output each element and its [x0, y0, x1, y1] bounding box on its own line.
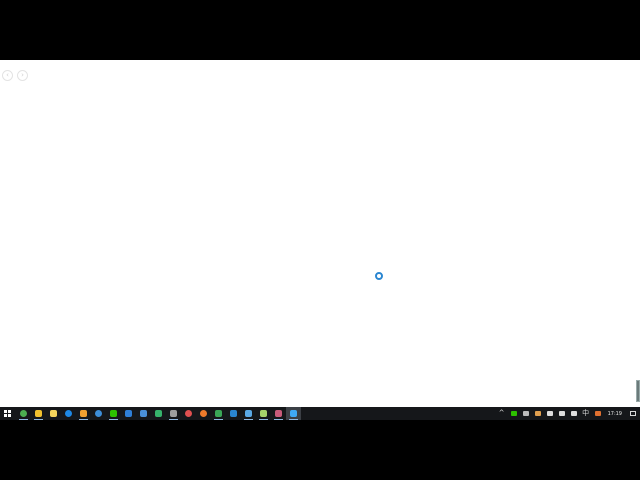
calculator-taskbar-button[interactable]	[166, 407, 181, 420]
mail-taskbar-button[interactable]	[136, 407, 151, 420]
photo-app-taskbar-button[interactable]	[271, 407, 286, 420]
wechat-icon	[110, 410, 117, 417]
firefox-taskbar-button[interactable]	[196, 407, 211, 420]
app-blue-icon	[125, 410, 132, 417]
ie-browser-taskbar-button[interactable]	[286, 407, 301, 420]
windows-logo-icon	[3, 410, 11, 417]
loading-spinner-icon	[375, 272, 383, 280]
file-explorer-icon	[50, 410, 57, 417]
chevron-up-glyph: ^	[498, 409, 505, 417]
blue-app-icon	[230, 410, 237, 417]
battery-icon[interactable]	[556, 407, 568, 420]
document-icon	[245, 410, 252, 417]
media-player-icon	[155, 410, 162, 417]
chevron-up-icon[interactable]: ^	[496, 407, 508, 420]
red-app-taskbar-button[interactable]	[181, 407, 196, 420]
red-app-icon	[185, 410, 192, 417]
photo-app-icon	[275, 410, 282, 417]
taskbar: ^ 中 17:19	[0, 407, 640, 420]
ime-icon[interactable]: 中	[580, 407, 592, 420]
firefox-icon	[200, 410, 207, 417]
media-player-taskbar-button[interactable]	[151, 407, 166, 420]
taskbar-apps	[16, 407, 301, 420]
chrome-taskbar-button[interactable]	[16, 407, 31, 420]
speaker-icon[interactable]	[544, 407, 556, 420]
notes-app-icon	[80, 410, 87, 417]
start-button[interactable]	[0, 407, 14, 420]
edge-icon	[65, 410, 72, 417]
forward-arrow-icon[interactable]: ›	[17, 70, 28, 81]
keyboard-icon[interactable]	[568, 407, 580, 420]
notes-app-taskbar-button[interactable]	[76, 407, 91, 420]
ime-glyph: 中	[582, 409, 590, 417]
spreadsheet-taskbar-button[interactable]	[256, 407, 271, 420]
mail-icon	[140, 410, 147, 417]
network-status-icon[interactable]	[520, 407, 532, 420]
notification-center-icon[interactable]	[626, 407, 640, 420]
app-tray-icon[interactable]	[532, 407, 544, 420]
spreadsheet-icon	[260, 410, 267, 417]
blue-app-taskbar-button[interactable]	[226, 407, 241, 420]
back-glyph: ‹	[6, 71, 9, 79]
browser-taskbar-button[interactable]	[91, 407, 106, 420]
green-app-icon	[215, 410, 222, 417]
forward-glyph: ›	[21, 71, 24, 79]
sticky-notes-taskbar-button[interactable]	[31, 407, 46, 420]
app-blue-taskbar-button[interactable]	[121, 407, 136, 420]
chrome-icon	[20, 410, 27, 417]
wechat-taskbar-button[interactable]	[106, 407, 121, 420]
side-panel-handle[interactable]	[636, 380, 640, 402]
wechat-tray-icon[interactable]	[508, 407, 520, 420]
ie-browser-icon	[290, 410, 297, 417]
browser-window: ‹ ›	[0, 60, 640, 420]
sticky-notes-icon	[35, 410, 42, 417]
file-explorer-taskbar-button[interactable]	[46, 407, 61, 420]
clock[interactable]: 17:19	[604, 411, 626, 417]
edge-taskbar-button[interactable]	[61, 407, 76, 420]
system-tray: ^ 中 17:19	[496, 407, 640, 420]
back-arrow-icon[interactable]: ‹	[2, 70, 13, 81]
input-method-icon[interactable]	[592, 407, 604, 420]
calculator-icon	[170, 410, 177, 417]
green-app-taskbar-button[interactable]	[211, 407, 226, 420]
document-taskbar-button[interactable]	[241, 407, 256, 420]
browser-icon	[95, 410, 102, 417]
